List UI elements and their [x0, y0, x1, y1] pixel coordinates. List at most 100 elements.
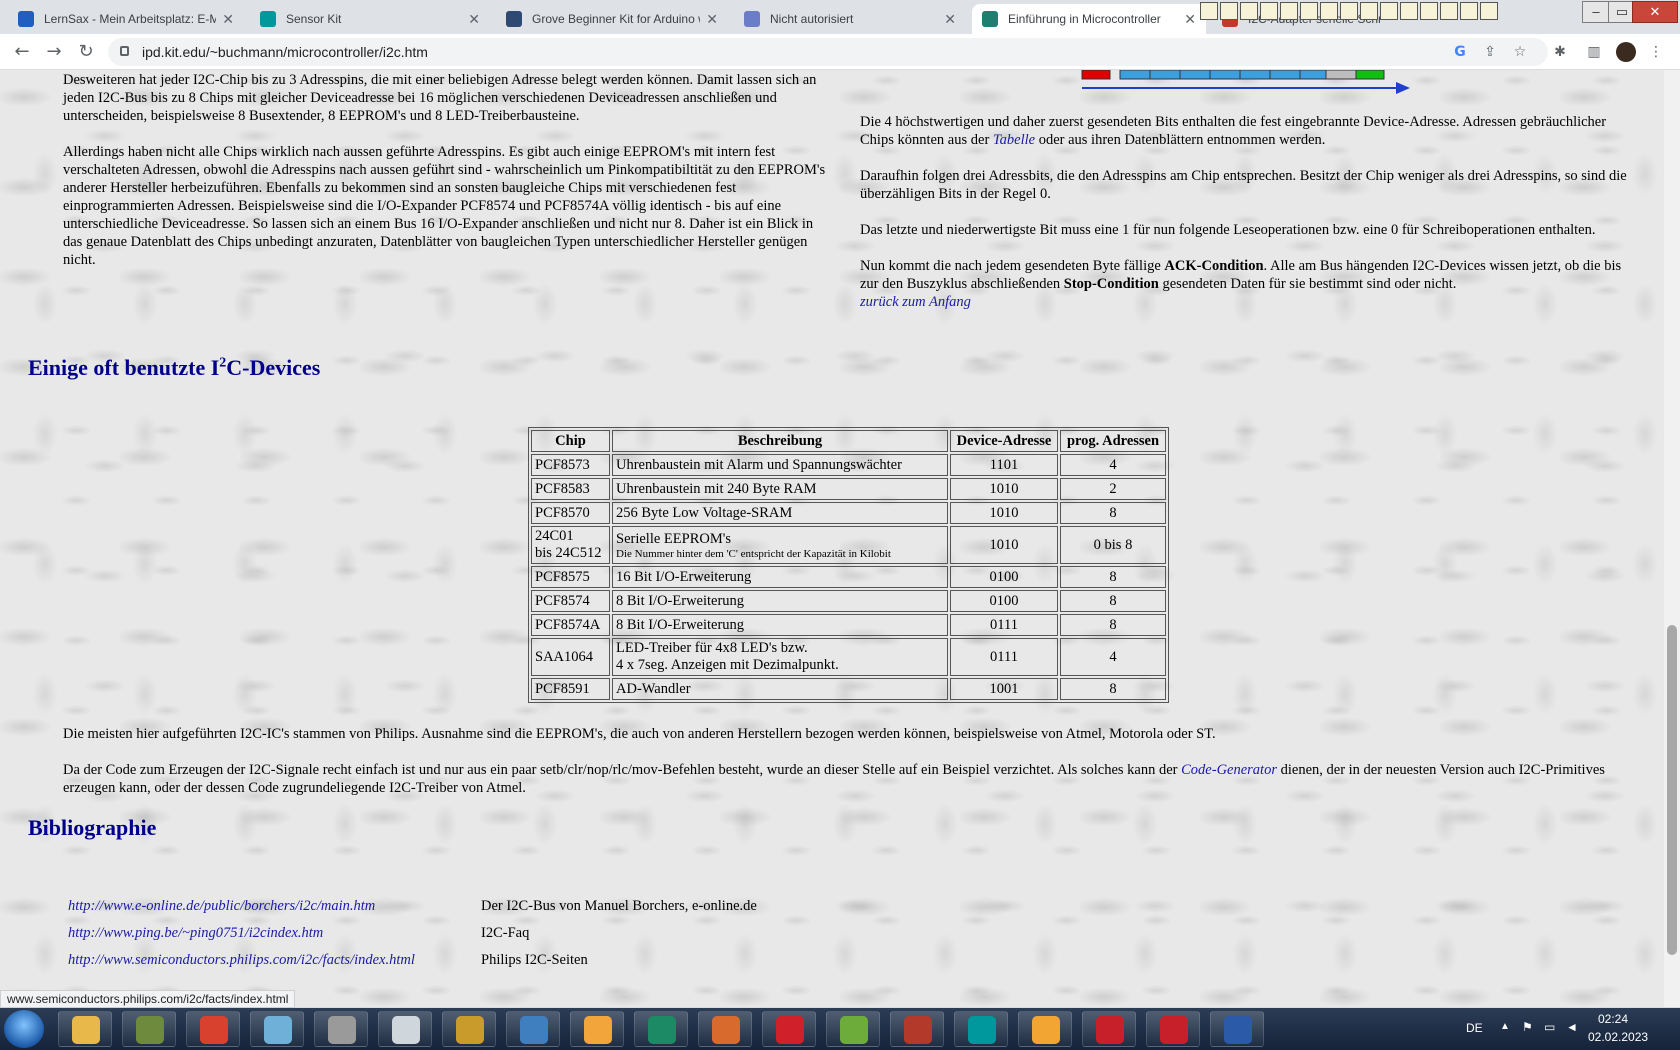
quick-launch-icon[interactable] — [1480, 2, 1498, 20]
quick-launch-icon[interactable] — [1360, 2, 1378, 20]
bibliography-list: http://www.e-online.de/public/borchers/i… — [68, 893, 757, 974]
back-to-top-link[interactable]: zurück zum Anfang — [860, 294, 971, 310]
share-icon[interactable]: ⇪ — [1480, 42, 1500, 62]
tab-close-icon[interactable]: ✕ — [1184, 11, 1196, 28]
p-app-icon — [776, 1016, 804, 1044]
taskbar-calculator-app[interactable] — [378, 1011, 432, 1047]
tab-close-icon[interactable]: ✕ — [468, 11, 480, 28]
bookmark-star-icon[interactable]: ☆ — [1510, 42, 1530, 62]
flag-icon[interactable]: ⚑ — [1522, 1020, 1533, 1034]
sidepanel-icon[interactable]: ▥ — [1584, 42, 1604, 62]
forward-arrow-icon[interactable]: → — [42, 40, 66, 64]
tab-close-icon[interactable]: ✕ — [222, 11, 234, 28]
tab-4[interactable]: Einführung in Microcontroller ✕ — [972, 4, 1206, 34]
bibliography-heading: Bibliographie — [28, 815, 157, 840]
chip-name: PCF8573 — [535, 456, 590, 473]
taskbar-calc-sheet-app[interactable] — [826, 1011, 880, 1047]
notes-app-icon — [264, 1016, 292, 1044]
tabelle-link[interactable]: Tabelle — [993, 132, 1035, 148]
taskbar-earth-app[interactable] — [506, 1011, 560, 1047]
bibliography-link[interactable]: http://www.e-online.de/public/borchers/i… — [68, 898, 481, 915]
quick-launch-icon[interactable] — [1320, 2, 1338, 20]
quick-launch-icon[interactable] — [1280, 2, 1298, 20]
bibliography-link[interactable]: http://www.semiconductors.philips.com/i2… — [68, 952, 481, 969]
taskbar-ring-app[interactable] — [1082, 1011, 1136, 1047]
cell-device-address: 1101 — [950, 454, 1058, 476]
fritzing-app-icon — [648, 1016, 676, 1044]
quick-launch-icon[interactable] — [1380, 2, 1398, 20]
taskbar-media-app[interactable] — [570, 1011, 624, 1047]
volume-icon[interactable]: ◄ — [1566, 1020, 1578, 1034]
taskbar-arduino-app[interactable] — [954, 1011, 1008, 1047]
tab-3[interactable]: Nicht autorisiert ✕ — [734, 4, 966, 34]
extensions-icon[interactable]: ✱ — [1550, 42, 1570, 62]
quick-launch-icon[interactable] — [1200, 2, 1218, 20]
taskbar-settings-app[interactable] — [122, 1011, 176, 1047]
tab-1[interactable]: Sensor Kit ✕ — [250, 4, 490, 34]
taskbar-notes-app[interactable] — [250, 1011, 304, 1047]
tab-0[interactable]: LernSax - Mein Arbeitsplatz: E-M ✕ — [8, 4, 244, 34]
taskbar-fritzing-app[interactable] — [634, 1011, 688, 1047]
cell-description: Uhrenbaustein mit 240 Byte RAM — [612, 478, 948, 500]
chip-description: Uhrenbaustein mit Alarm und Spannungswäc… — [616, 456, 902, 473]
chip-description: AD-Wandler — [616, 680, 691, 697]
quick-launch-icon[interactable] — [1340, 2, 1358, 20]
reload-icon[interactable]: ↻ — [74, 40, 98, 64]
clock-time[interactable]: 02:24 — [1598, 1012, 1628, 1026]
explorer-app-icon — [72, 1016, 100, 1044]
quick-launch-icon[interactable] — [1240, 2, 1258, 20]
earth-app-icon — [520, 1016, 548, 1044]
start-button[interactable] — [4, 1010, 44, 1048]
bibliography-description: Der I2C-Bus von Manuel Borchers, e-onlin… — [481, 898, 757, 914]
paragraph-address-bits: Daraufhin folgen drei Adressbits, die de… — [860, 168, 1627, 202]
chip-description: LED-Treiber für 4x8 LED's bzw. — [616, 640, 808, 656]
keyboard-language[interactable]: DE — [1466, 1021, 1483, 1035]
menu-kebab-icon[interactable]: ⋮ — [1646, 42, 1666, 62]
paragraph-ack: Nun kommt die nach jedem gesendeten Byte… — [860, 258, 1622, 292]
code-generator-link[interactable]: Code-Generator — [1181, 762, 1277, 778]
taskbar-paint-app[interactable] — [698, 1011, 752, 1047]
right-column-text: Die 4 höchstwertigen und daher zuerst ge… — [860, 113, 1640, 311]
tab-close-icon[interactable]: ✕ — [944, 11, 956, 28]
cell-description: LED-Treiber für 4x8 LED's bzw. 4 x 7seg. … — [612, 638, 948, 676]
taskbar-pdf-app[interactable] — [1146, 1011, 1200, 1047]
media-app-icon — [584, 1016, 612, 1044]
table-row: PCF8583 Uhrenbaustein mit 240 Byte RAM 101… — [531, 478, 1166, 500]
quick-launch-icon[interactable] — [1400, 2, 1418, 20]
quick-launch-icon[interactable] — [1300, 2, 1318, 20]
quick-launch-icon[interactable] — [1260, 2, 1278, 20]
address-url[interactable]: ipd.kit.edu/~buchmann/microcontroller/i2… — [142, 44, 428, 60]
taskbar-photo-app[interactable] — [890, 1011, 944, 1047]
profile-avatar[interactable] — [1616, 42, 1636, 62]
table-row: PCF8573 Uhrenbaustein mit Alarm und Spann… — [531, 454, 1166, 476]
quick-launch-icon[interactable] — [1460, 2, 1478, 20]
back-arrow-icon[interactable]: ← — [10, 40, 34, 64]
cell-device-address: 0100 — [950, 590, 1058, 612]
taskbar-keyboard-app[interactable] — [314, 1011, 368, 1047]
network-icon[interactable]: ▭ — [1544, 1020, 1555, 1034]
minimize-button[interactable]: – — [1582, 1, 1610, 23]
clock-date[interactable]: 02.02.2023 — [1588, 1030, 1648, 1044]
scrollbar-thumb[interactable] — [1667, 625, 1677, 955]
taskbar-p-app[interactable] — [762, 1011, 816, 1047]
tab-2[interactable]: Grove Beginner Kit for Arduino w ✕ — [496, 4, 728, 34]
quick-launch-icon[interactable] — [1440, 2, 1458, 20]
close-window-button[interactable]: ✕ — [1632, 1, 1678, 23]
address-bar[interactable]: ipd.kit.edu/~buchmann/microcontroller/i2… — [108, 38, 1548, 66]
bibliography-link[interactable]: http://www.ping.be/~ping0751/i2cindex.ht… — [68, 925, 481, 942]
quick-launch-icon[interactable] — [1420, 2, 1438, 20]
taskbar-word-app[interactable] — [1210, 1011, 1264, 1047]
tab-close-icon[interactable]: ✕ — [706, 11, 718, 28]
page-scrollbar[interactable] — [1664, 70, 1680, 1007]
taskbar-chrome-app[interactable] — [186, 1011, 240, 1047]
taskbar-explorer-app[interactable] — [58, 1011, 112, 1047]
quick-launch-icon[interactable] — [1220, 2, 1238, 20]
taskbar-scratch-app[interactable] — [1018, 1011, 1072, 1047]
cell-device-address: 0111 — [950, 638, 1058, 676]
word-app-icon — [1224, 1016, 1252, 1044]
taskbar-cleanup-app[interactable] — [442, 1011, 496, 1047]
lock-icon — [120, 46, 129, 56]
tab-title: Grove Beginner Kit for Arduino w — [532, 12, 701, 26]
tray-arrow-icon[interactable]: ▲ — [1500, 1021, 1510, 1032]
google-icon[interactable]: G — [1450, 42, 1470, 62]
